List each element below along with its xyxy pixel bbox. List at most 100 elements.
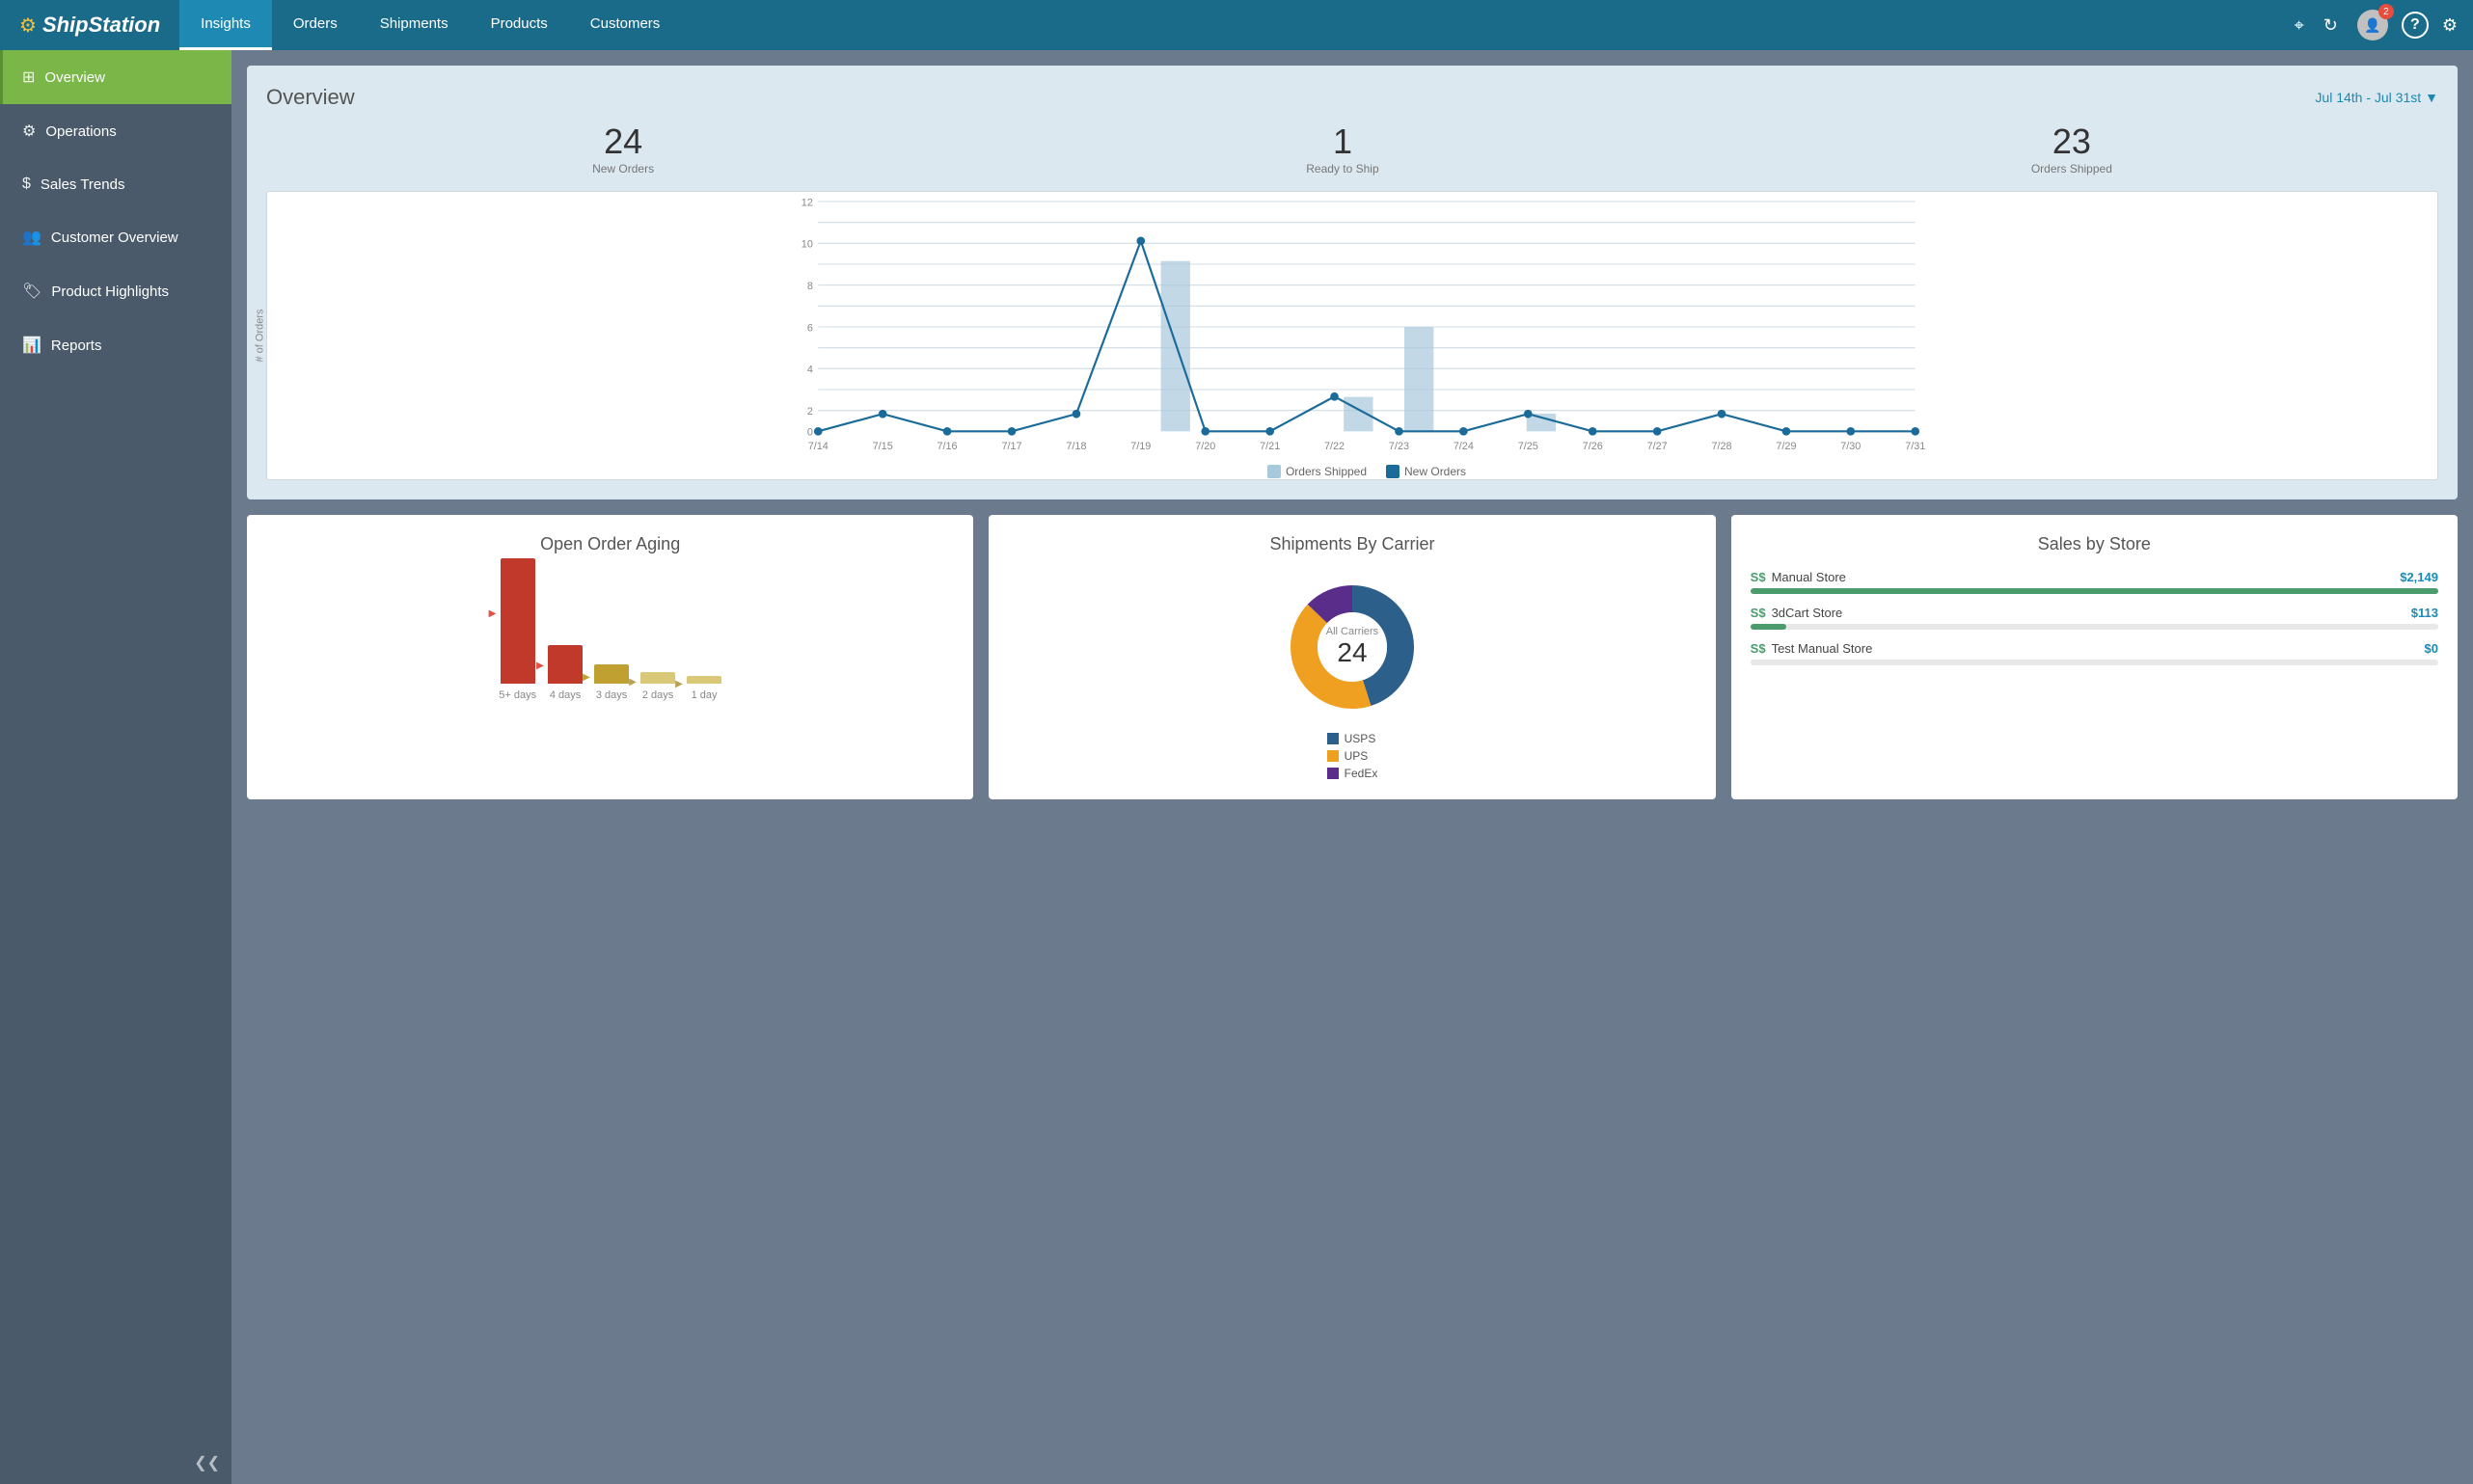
nav-tab-products[interactable]: Products (470, 0, 569, 50)
store-name-test-manual: Test Manual Store (1772, 641, 1873, 656)
avatar-button[interactable]: 👤 2 (2351, 4, 2394, 46)
store-row-manual: S$ Manual Store $2,149 (1751, 570, 2438, 584)
aging-bar-5plus: ▶ 5+ days (499, 558, 536, 701)
overview-header: Overview Jul 14th - Jul 31st ▼ (266, 85, 2438, 110)
dot-726 (1589, 427, 1597, 436)
aging-bar-3days: ▶ 3 days (594, 664, 629, 701)
stat-ready-to-ship: 1 Ready to Ship (1306, 121, 1378, 175)
overview-title: Overview (266, 85, 355, 110)
store-list: S$ Manual Store $2,149 S (1751, 570, 2438, 665)
chevron-down-icon: ▼ (2425, 90, 2438, 105)
dot-720 (1201, 427, 1209, 436)
shipments-by-carrier-panel: Shipments By Carrier (989, 515, 1715, 799)
ready-to-ship-number: 1 (1306, 121, 1378, 162)
store-amount-3dcart: $113 (2411, 606, 2438, 620)
main-content: Overview Jul 14th - Jul 31st ▼ 24 New Or… (231, 50, 2473, 1484)
store-name-manual: Manual Store (1772, 570, 1846, 584)
xlabel-719: 7/19 (1130, 441, 1151, 452)
nav-tabs: Insights Orders Shipments Products Custo… (179, 0, 681, 50)
dot-724 (1459, 427, 1468, 436)
legend-label-fedex: FedEx (1345, 767, 1378, 780)
customer-overview-icon: 👥 (22, 228, 41, 247)
logo-icon: ⚙ (19, 13, 37, 38)
legend-label-shipped: Orders Shipped (1286, 465, 1367, 478)
legend-fedex: FedEx (1327, 767, 1378, 780)
calculator-button[interactable]: ⌖ (2289, 10, 2310, 41)
operations-icon: ⚙ (22, 121, 36, 141)
store-name-3dcart: 3dCart Store (1772, 606, 1843, 620)
legend-label-new-orders: New Orders (1404, 465, 1466, 478)
sidebar-item-reports-label: Reports (51, 337, 102, 354)
dot-718 (1073, 410, 1081, 418)
xlabel-723: 7/23 (1389, 441, 1409, 452)
nav-tab-orders[interactable]: Orders (272, 0, 359, 50)
nav-tab-shipments[interactable]: Shipments (359, 0, 470, 50)
nav-tab-insights[interactable]: Insights (179, 0, 272, 50)
legend-new-orders: New Orders (1386, 465, 1466, 478)
store-name-group-test-manual: S$ Test Manual Store (1751, 641, 1873, 656)
aging-label-5plus: 5+ days (499, 689, 536, 701)
store-amount-manual: $2,149 (2400, 570, 2438, 584)
dot-729 (1782, 427, 1791, 436)
svg-text:4: 4 (807, 364, 813, 376)
legend-color-new-orders (1386, 465, 1400, 478)
sidebar-item-reports[interactable]: 📊 Reports (0, 318, 231, 372)
sidebar-collapse-button[interactable]: ❮❮ (0, 1442, 231, 1484)
dot-715 (879, 410, 887, 418)
dot-728 (1718, 410, 1726, 418)
notification-badge: 2 (2378, 4, 2394, 19)
store-bar-fill-manual (1751, 588, 2438, 594)
donut-center-label: All Carriers 24 (1326, 626, 1378, 668)
sidebar-item-sales-trends-label: Sales Trends (41, 176, 125, 193)
ready-to-ship-label: Ready to Ship (1306, 162, 1378, 175)
svg-text:8: 8 (807, 281, 813, 292)
help-button[interactable]: ? (2402, 12, 2429, 39)
settings-button[interactable]: ⚙ (2436, 10, 2463, 41)
xlabel-717: 7/17 (1001, 441, 1021, 452)
store-name-group-manual: S$ Manual Store (1751, 570, 1846, 584)
logo[interactable]: ⚙ ShipStation (10, 13, 170, 38)
line-chart-svg: 12 10 8 6 4 2 0 (306, 202, 2428, 452)
donut-center-number: 24 (1326, 637, 1378, 668)
bottom-section: Open Order Aging ▶ 5+ days (247, 515, 2458, 799)
date-range-selector[interactable]: Jul 14th - Jul 31st ▼ (2315, 90, 2438, 105)
top-navigation: ⚙ ShipStation Insights Orders Shipments … (0, 0, 2473, 50)
legend-ups: UPS (1327, 749, 1378, 763)
store-icon-manual: S$ (1751, 570, 1766, 584)
aging-bar-fill-5plus: ▶ (501, 558, 535, 684)
refresh-button[interactable]: ↻ (2318, 10, 2344, 41)
sidebar-item-sales-trends[interactable]: $ Sales Trends (0, 158, 231, 210)
aging-arrow-1day: ▶ (675, 679, 683, 689)
dot-731 (1911, 427, 1919, 436)
dot-725 (1524, 410, 1533, 418)
xlabel-726: 7/26 (1583, 441, 1603, 452)
store-bar-track-test-manual (1751, 660, 2438, 665)
new-orders-number: 24 (592, 121, 654, 162)
aging-label-2days: 2 days (642, 689, 673, 701)
store-bar-track-3dcart (1751, 624, 2438, 630)
store-bar-track-manual (1751, 588, 2438, 594)
dot-722 (1330, 392, 1339, 401)
legend-color-shipped (1267, 465, 1281, 478)
new-orders-label: New Orders (592, 162, 654, 175)
sidebar-item-operations[interactable]: ⚙ Operations (0, 104, 231, 158)
aging-arrow-3days: ▶ (583, 672, 590, 683)
xlabel-716: 7/16 (938, 441, 958, 452)
dot-730 (1846, 427, 1855, 436)
sidebar-item-customer-overview[interactable]: 👥 Customer Overview (0, 210, 231, 264)
svg-text:12: 12 (802, 197, 813, 208)
nav-right: ⌖ ↻ 👤 2 ? ⚙ (2289, 4, 2463, 46)
svg-text:6: 6 (807, 322, 813, 334)
legend-color-ups (1327, 750, 1339, 762)
aging-label-3days: 3 days (596, 689, 627, 701)
aging-bar-1day: ▶ 1 day (687, 676, 721, 701)
dot-719 (1136, 237, 1145, 246)
legend-usps: USPS (1327, 732, 1378, 745)
dot-727 (1653, 427, 1662, 436)
legend-label-usps: USPS (1345, 732, 1376, 745)
sidebar-item-product-highlights[interactable]: 🏷 Product Highlights (0, 264, 231, 318)
sidebar-item-operations-label: Operations (45, 123, 116, 140)
sidebar-item-overview[interactable]: ⊞ Overview (0, 50, 231, 104)
legend-orders-shipped: Orders Shipped (1267, 465, 1367, 478)
nav-tab-customers[interactable]: Customers (569, 0, 682, 50)
